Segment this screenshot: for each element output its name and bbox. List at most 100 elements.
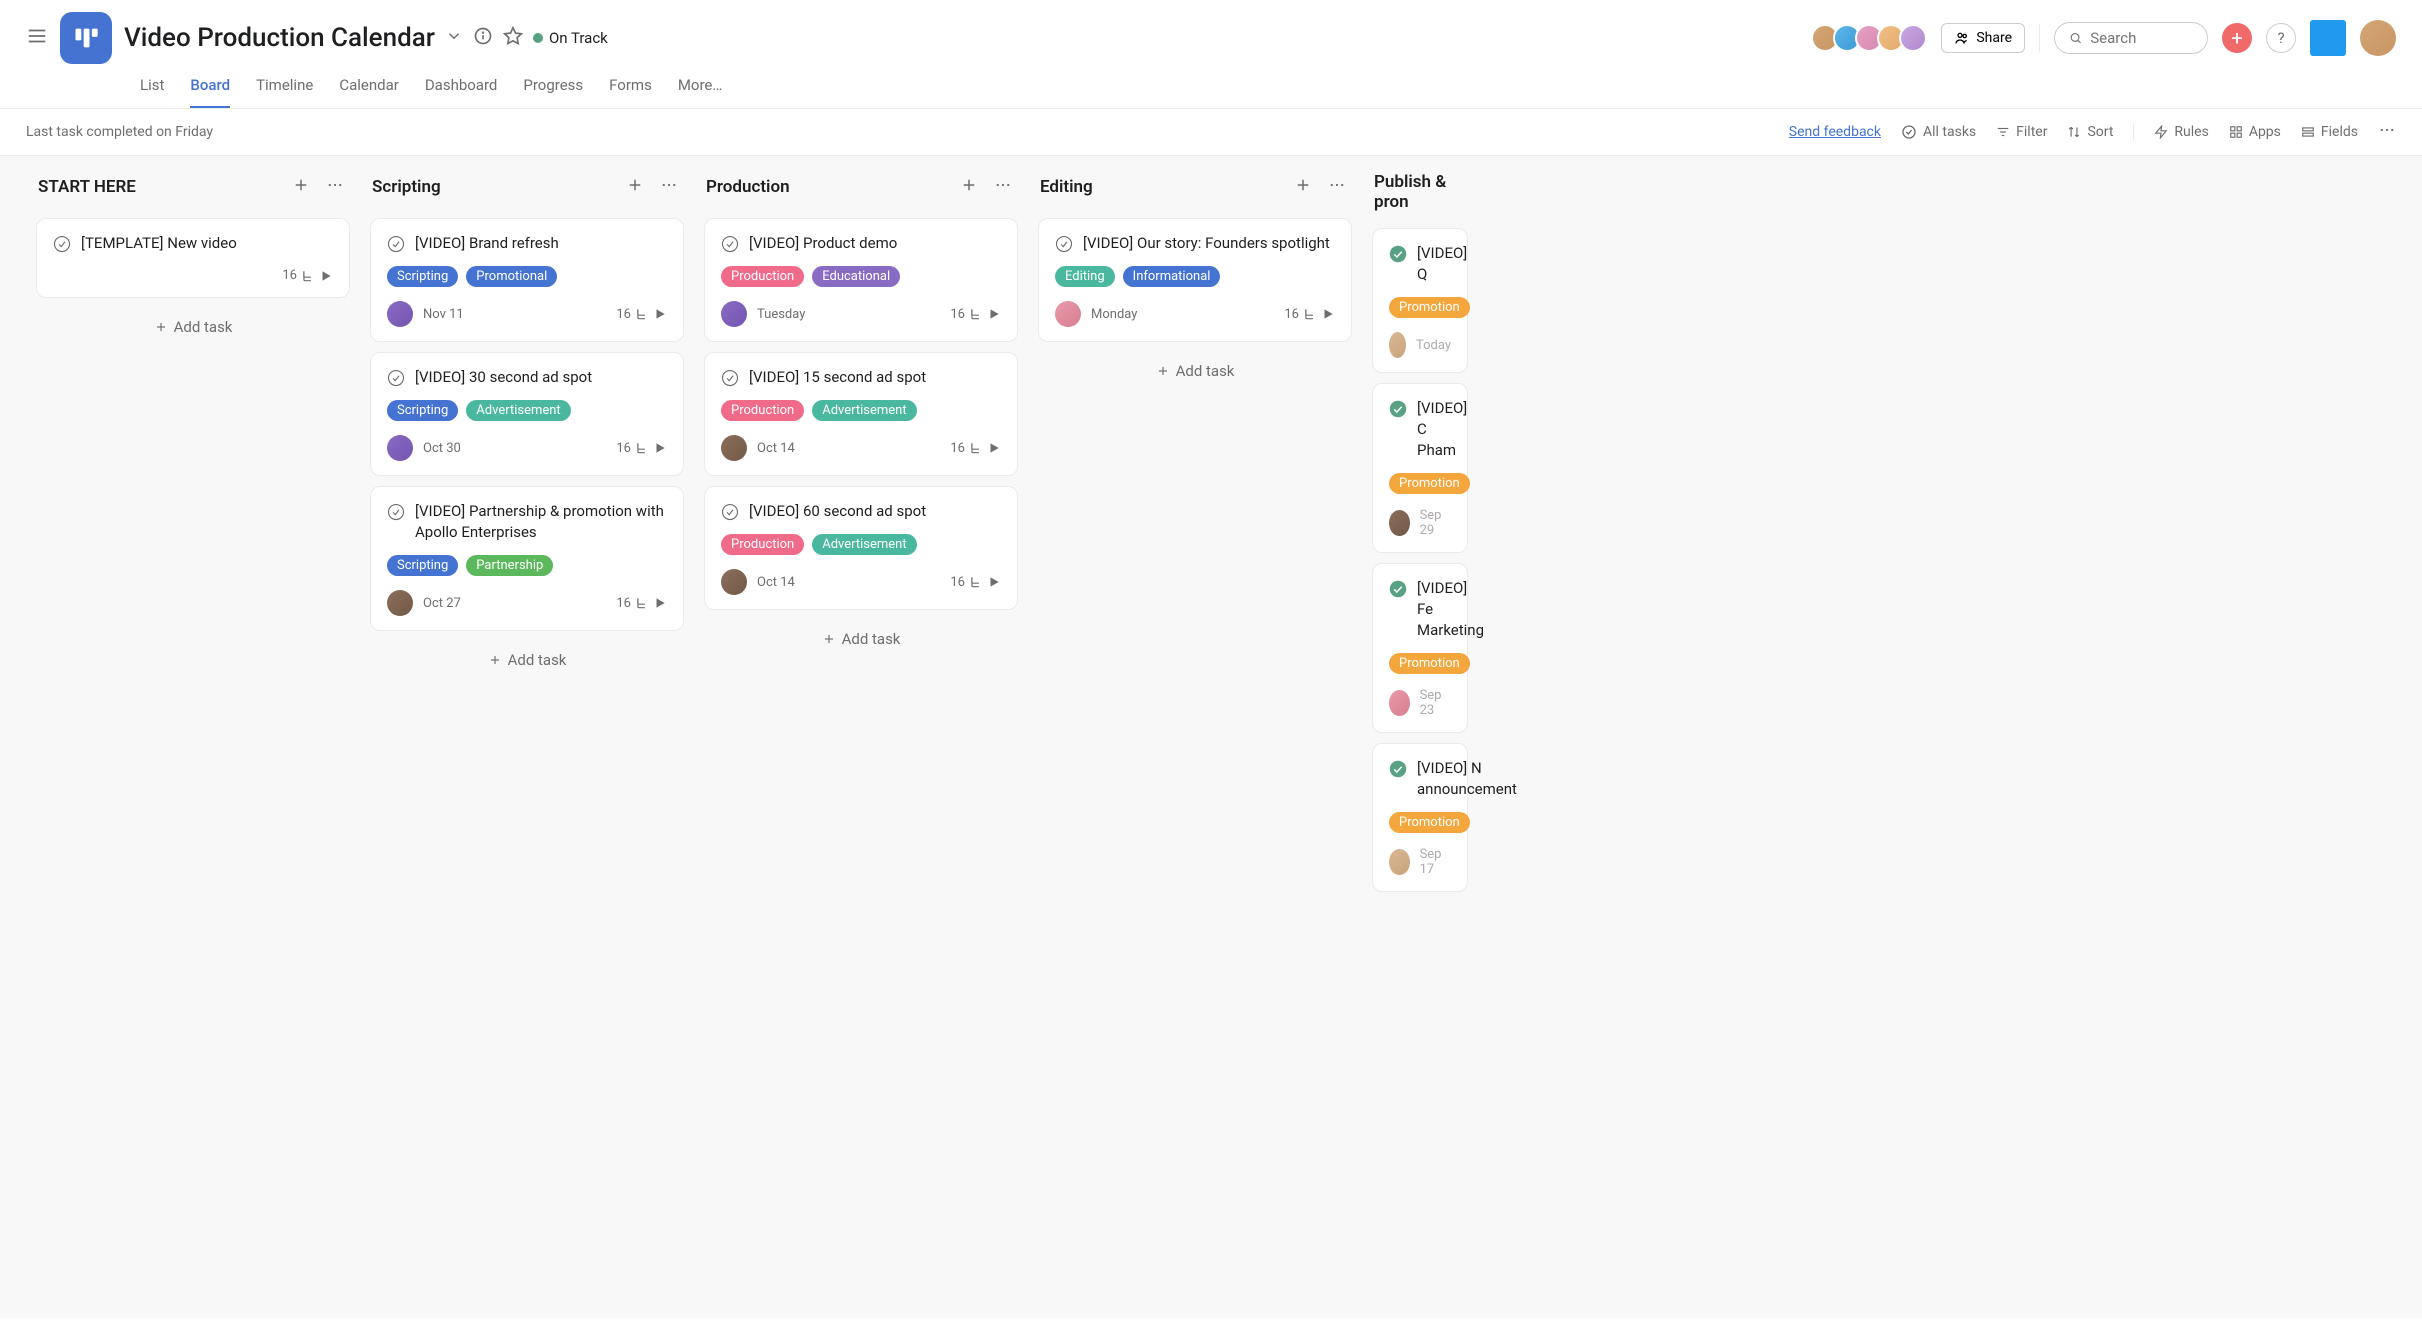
due-date[interactable]: Nov 11 bbox=[423, 307, 464, 322]
user-avatar[interactable] bbox=[2360, 20, 2396, 56]
complete-checkbox[interactable] bbox=[387, 503, 405, 521]
column-title[interactable]: Scripting bbox=[372, 177, 614, 197]
complete-checkbox[interactable] bbox=[387, 235, 405, 253]
due-date[interactable]: Oct 14 bbox=[757, 575, 795, 590]
assignee-avatar[interactable] bbox=[1389, 690, 1410, 716]
tab-list[interactable]: List bbox=[140, 68, 164, 108]
add-task-button[interactable]: Add task bbox=[704, 620, 1018, 658]
due-date[interactable]: Sep 17 bbox=[1420, 847, 1451, 877]
column-menu-button[interactable] bbox=[1324, 172, 1350, 202]
share-button[interactable]: Share bbox=[1941, 23, 2025, 53]
app-switcher[interactable] bbox=[2310, 20, 2346, 56]
tag[interactable]: Scripting bbox=[387, 266, 458, 287]
assignee-avatar[interactable] bbox=[721, 569, 747, 595]
complete-checkbox[interactable] bbox=[387, 369, 405, 387]
task-card[interactable]: [VIDEO] FeMarketingPromotionSep 23 bbox=[1372, 563, 1468, 733]
task-card[interactable]: [VIDEO] QPromotionToday bbox=[1372, 228, 1468, 373]
add-task-button[interactable]: Add task bbox=[370, 641, 684, 679]
tag[interactable]: Advertisement bbox=[812, 534, 916, 555]
tag[interactable]: Scripting bbox=[387, 400, 458, 421]
filter-button[interactable]: Filter bbox=[1996, 124, 2047, 140]
status-badge[interactable]: On Track bbox=[533, 29, 608, 47]
complete-checkbox[interactable] bbox=[1055, 235, 1073, 253]
assignee-avatar[interactable] bbox=[387, 435, 413, 461]
tag[interactable]: Promotion bbox=[1389, 297, 1470, 318]
tag[interactable]: Production bbox=[721, 534, 804, 555]
assignee-avatar[interactable] bbox=[721, 301, 747, 327]
subtask-count[interactable]: 16 bbox=[1284, 307, 1335, 322]
task-card[interactable]: [TEMPLATE] New video16 bbox=[36, 218, 350, 298]
search-box[interactable] bbox=[2054, 22, 2208, 54]
assignee-avatar[interactable] bbox=[1055, 301, 1081, 327]
subtask-count[interactable]: 16 bbox=[616, 596, 667, 611]
column-title[interactable]: Publish & pron bbox=[1374, 172, 1466, 212]
due-date[interactable]: Oct 30 bbox=[423, 441, 461, 456]
due-date[interactable]: Sep 23 bbox=[1420, 688, 1451, 718]
apps-button[interactable]: Apps bbox=[2229, 124, 2281, 140]
tag[interactable]: Promotion bbox=[1389, 812, 1470, 833]
tab-timeline[interactable]: Timeline bbox=[256, 68, 313, 108]
more-button[interactable] bbox=[2378, 121, 2396, 143]
assignee-avatar[interactable] bbox=[387, 590, 413, 616]
task-card[interactable]: [VIDEO] NannouncementPromotionSep 17 bbox=[1372, 743, 1468, 892]
complete-checkbox[interactable] bbox=[721, 369, 739, 387]
member-avatars[interactable] bbox=[1811, 24, 1927, 52]
due-date[interactable]: Today bbox=[1416, 338, 1451, 353]
assignee-avatar[interactable] bbox=[387, 301, 413, 327]
tab-dashboard[interactable]: Dashboard bbox=[425, 68, 498, 108]
hamburger-icon[interactable] bbox=[26, 25, 48, 51]
complete-checkbox[interactable] bbox=[53, 235, 71, 253]
chevron-down-icon[interactable] bbox=[445, 27, 463, 49]
tag[interactable]: Educational bbox=[812, 266, 900, 287]
avatar[interactable] bbox=[1899, 24, 1927, 52]
assignee-avatar[interactable] bbox=[1389, 332, 1406, 358]
info-icon[interactable] bbox=[473, 26, 493, 50]
tag[interactable]: Editing bbox=[1055, 266, 1115, 287]
complete-checkbox[interactable] bbox=[1389, 400, 1407, 418]
due-date[interactable]: Oct 27 bbox=[423, 596, 461, 611]
tag[interactable]: Partnership bbox=[466, 555, 553, 576]
subtask-count[interactable]: 16 bbox=[616, 441, 667, 456]
column-menu-button[interactable] bbox=[322, 172, 348, 202]
subtask-count[interactable]: 16 bbox=[950, 307, 1001, 322]
tag[interactable]: Production bbox=[721, 400, 804, 421]
all-tasks-button[interactable]: All tasks bbox=[1901, 124, 1976, 140]
tab-forms[interactable]: Forms bbox=[609, 68, 652, 108]
task-card[interactable]: [VIDEO] 60 second ad spotProductionAdver… bbox=[704, 486, 1018, 610]
subtask-count[interactable]: 16 bbox=[616, 307, 667, 322]
subtask-count[interactable]: 16 bbox=[282, 268, 333, 283]
star-icon[interactable] bbox=[503, 26, 523, 50]
add-task-button[interactable]: Add task bbox=[36, 308, 350, 346]
column-title[interactable]: START HERE bbox=[38, 177, 280, 197]
add-card-button[interactable] bbox=[956, 172, 982, 202]
tab-calendar[interactable]: Calendar bbox=[339, 68, 399, 108]
tag[interactable]: Scripting bbox=[387, 555, 458, 576]
task-card[interactable]: [VIDEO] Brand refreshScriptingPromotiona… bbox=[370, 218, 684, 342]
tab-progress[interactable]: Progress bbox=[523, 68, 583, 108]
tab-board[interactable]: Board bbox=[190, 68, 230, 108]
add-card-button[interactable] bbox=[1290, 172, 1316, 202]
column-menu-button[interactable] bbox=[656, 172, 682, 202]
due-date[interactable]: Tuesday bbox=[757, 307, 805, 322]
complete-checkbox[interactable] bbox=[1389, 580, 1407, 598]
column-title[interactable]: Production bbox=[706, 177, 948, 197]
assignee-avatar[interactable] bbox=[1389, 510, 1410, 536]
send-feedback-link[interactable]: Send feedback bbox=[1789, 124, 1881, 140]
complete-checkbox[interactable] bbox=[721, 503, 739, 521]
complete-checkbox[interactable] bbox=[721, 235, 739, 253]
column-menu-button[interactable] bbox=[990, 172, 1016, 202]
subtask-count[interactable]: 16 bbox=[950, 441, 1001, 456]
tag[interactable]: Promotion bbox=[1389, 473, 1470, 494]
task-card[interactable]: [VIDEO] Partnership & promotion with Apo… bbox=[370, 486, 684, 631]
task-card[interactable]: [VIDEO] Product demoProductionEducationa… bbox=[704, 218, 1018, 342]
assignee-avatar[interactable] bbox=[1389, 849, 1410, 875]
complete-checkbox[interactable] bbox=[1389, 760, 1407, 778]
rules-button[interactable]: Rules bbox=[2154, 124, 2208, 140]
help-button[interactable]: ? bbox=[2266, 23, 2296, 53]
due-date[interactable]: Sep 29 bbox=[1420, 508, 1451, 538]
tag[interactable]: Informational bbox=[1123, 266, 1221, 287]
subtask-count[interactable]: 16 bbox=[950, 575, 1001, 590]
add-card-button[interactable] bbox=[622, 172, 648, 202]
tag[interactable]: Advertisement bbox=[812, 400, 916, 421]
project-icon[interactable] bbox=[60, 12, 112, 64]
